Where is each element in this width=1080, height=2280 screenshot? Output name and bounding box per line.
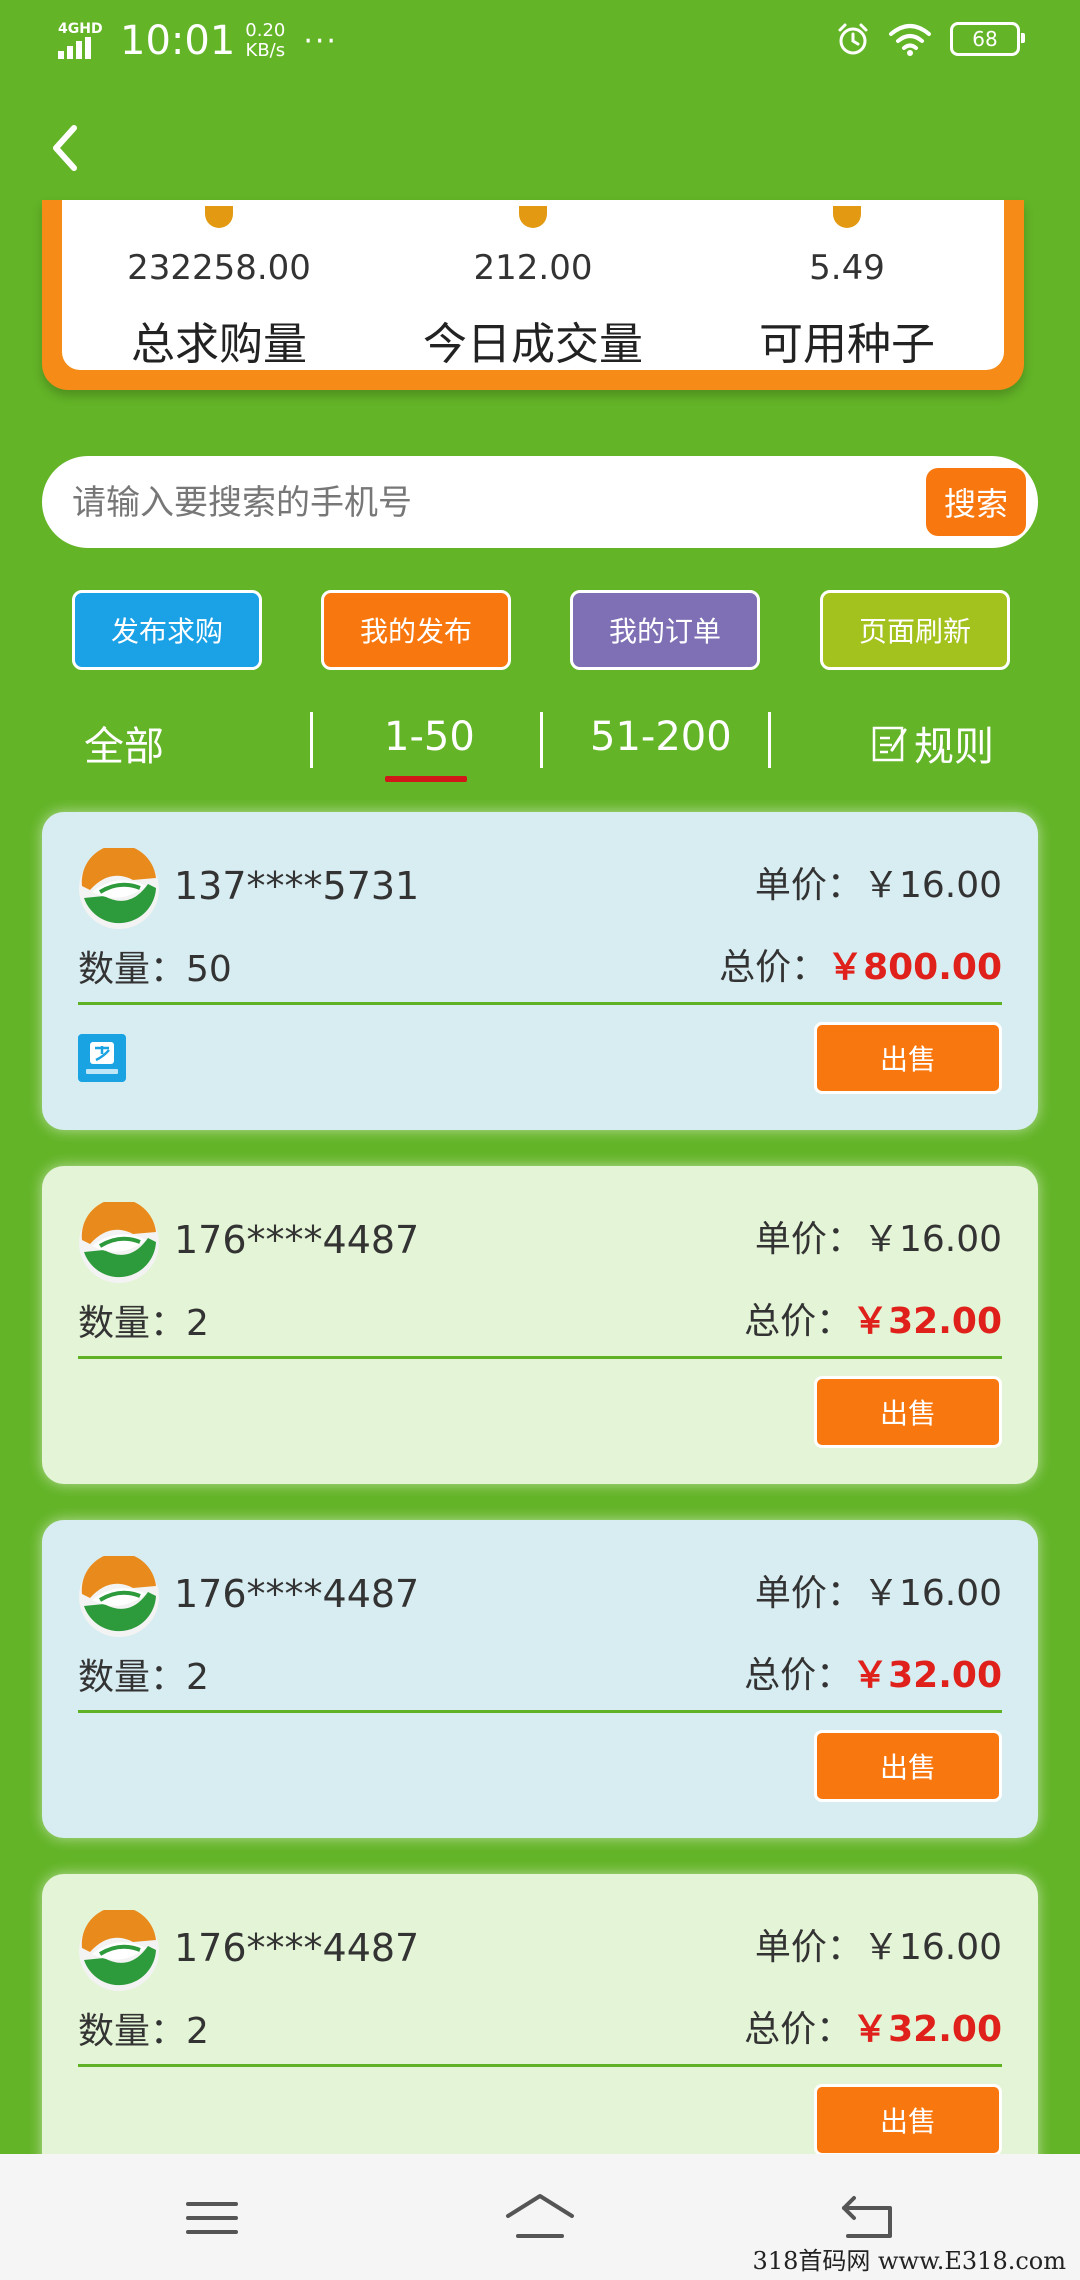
summary-card: 232258.00 总求购量 212.00 今日成交量 5.49 可用种子 — [42, 200, 1024, 390]
order-card: 176****4487 单价：￥16.00 数量：2 总价：￥32.00 出售 — [42, 1166, 1038, 1484]
search-input[interactable] — [70, 456, 934, 550]
stat-today-volume: 212.00 今日成交量 — [376, 200, 690, 370]
order-card: 176****4487 单价：￥16.00 数量：2 总价：￥32.00 出售 — [42, 1874, 1038, 2192]
publish-request-button[interactable]: 发布求购 — [72, 590, 262, 670]
card-divider — [78, 2064, 1002, 2067]
total-price: 总价：￥800.00 — [719, 947, 1002, 988]
edit-note-icon — [872, 726, 907, 762]
wifi-icon — [889, 24, 931, 56]
network-type: 4GHD — [58, 21, 103, 37]
sell-button[interactable]: 出售 — [814, 1730, 1002, 1802]
total-price: 总价：￥32.00 — [744, 2009, 1002, 2050]
order-card: 137****5731 单价：￥16.00 数量：50 总价：￥800.00 出… — [42, 812, 1038, 1130]
avatar — [79, 848, 159, 929]
card-divider — [78, 1002, 1002, 1005]
status-time: 10:01 — [120, 18, 236, 64]
total-price: 总价：￥32.00 — [744, 1655, 1002, 1696]
status-bar: 4GHD 10:01 0.20 KB/s ··· 68 — [0, 0, 1080, 90]
tab-all[interactable]: 全部 — [84, 714, 164, 772]
signal-icon: 4GHD — [58, 21, 104, 61]
coin-icon — [833, 206, 861, 228]
sell-button[interactable]: 出售 — [814, 1022, 1002, 1094]
my-orders-button[interactable]: 我的订单 — [570, 590, 760, 670]
system-nav-bar: 318首码网 www.E318.com — [0, 2154, 1080, 2280]
phone-number: 176****4487 — [174, 1926, 420, 1970]
card-divider — [78, 1710, 1002, 1713]
unit-price: 单价：￥16.00 — [754, 1219, 1002, 1260]
menu-icon[interactable] — [182, 2190, 242, 2246]
back-arrow-icon[interactable] — [44, 118, 84, 178]
coin-icon — [519, 206, 547, 228]
filter-tabs: 全部 1-50 51-200 规则 — [0, 700, 1080, 790]
coin-icon — [205, 206, 233, 228]
alipay-icon — [78, 1034, 126, 1082]
avatar — [79, 1556, 159, 1637]
tab-rules[interactable]: 规则 — [872, 714, 994, 772]
phone-number: 137****5731 — [174, 864, 420, 908]
sell-button[interactable]: 出售 — [814, 1376, 1002, 1448]
search-button[interactable]: 搜索 — [926, 468, 1026, 536]
tab-51-200[interactable]: 51-200 — [590, 714, 732, 760]
back-nav-icon[interactable] — [838, 2190, 898, 2246]
refresh-button[interactable]: 页面刷新 — [820, 590, 1010, 670]
quantity: 数量：2 — [78, 1657, 209, 1698]
my-publish-button[interactable]: 我的发布 — [321, 590, 511, 670]
watermark: 318首码网 www.E318.com — [752, 2247, 1066, 2275]
quantity: 数量：2 — [78, 1303, 209, 1344]
alarm-icon — [838, 23, 868, 55]
battery-icon: 68 — [950, 22, 1025, 56]
tab-active-underline — [385, 776, 467, 782]
network-speed: 0.20 KB/s — [245, 20, 286, 61]
home-icon[interactable] — [504, 2190, 576, 2246]
phone-number: 176****4487 — [174, 1218, 420, 1262]
card-divider — [78, 1356, 1002, 1359]
stat-available-seeds: 5.49 可用种子 — [690, 200, 1004, 370]
avatar — [79, 1202, 159, 1283]
quantity: 数量：50 — [78, 949, 232, 990]
quantity: 数量：2 — [78, 2011, 209, 2052]
phone-number: 176****4487 — [174, 1572, 420, 1616]
order-card: 176****4487 单价：￥16.00 数量：2 总价：￥32.00 出售 — [42, 1520, 1038, 1838]
avatar — [79, 1910, 159, 1991]
unit-price: 单价：￥16.00 — [754, 1927, 1002, 1968]
unit-price: 单价：￥16.00 — [754, 865, 1002, 906]
total-price: 总价：￥32.00 — [744, 1301, 1002, 1342]
unit-price: 单价：￥16.00 — [754, 1573, 1002, 1614]
tab-divider — [310, 712, 313, 768]
sell-button[interactable]: 出售 — [814, 2084, 1002, 2156]
tab-1-50[interactable]: 1-50 — [384, 714, 475, 760]
tab-divider — [768, 712, 771, 768]
tab-divider — [540, 712, 543, 768]
more-dots-icon: ··· — [303, 23, 338, 59]
search-bar: 搜索 — [42, 456, 1038, 550]
stat-total-purchase: 232258.00 总求购量 — [62, 200, 376, 370]
